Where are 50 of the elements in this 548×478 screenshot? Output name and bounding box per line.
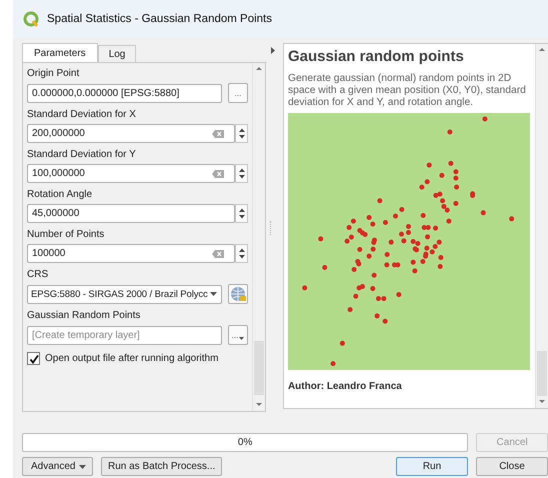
browse-button[interactable]: ... <box>228 325 248 345</box>
tab[interactable]: Log <box>98 45 136 62</box>
scrollbar[interactable] <box>252 63 265 411</box>
crs-dropdown[interactable]: EPSG:5880 - SIRGAS 2000 / Brazil Polycc <box>27 284 222 304</box>
output-field[interactable]: [Create temporary layer] <box>27 326 222 344</box>
advanced-button[interactable]: Advanced <box>22 457 93 476</box>
button[interactable]: Close <box>476 457 548 476</box>
run-button[interactable]: Run <box>396 457 468 476</box>
clear-icon <box>212 128 224 138</box>
checkbox[interactable] <box>27 352 40 365</box>
up-down-arrows-icon <box>238 168 246 179</box>
globe-icon <box>230 286 246 302</box>
spin-buttons[interactable] <box>235 164 248 183</box>
splitter-handle[interactable] <box>270 221 273 235</box>
clear-icon <box>212 248 224 258</box>
spin-buttons[interactable] <box>235 124 248 143</box>
open-output-checkbox[interactable]: Open output file after running algorithm <box>27 352 248 365</box>
clear-icon <box>212 168 224 178</box>
input-field[interactable]: 0.000000,0.000000 [EPSG:5880] <box>27 84 222 102</box>
up-down-arrows-icon <box>238 208 246 219</box>
field-label: Origin Point <box>27 67 80 80</box>
app-logo-icon <box>23 11 39 27</box>
field-label: Standard Deviation for Y <box>27 148 137 161</box>
check-icon <box>28 354 38 364</box>
caret-icon <box>239 337 244 340</box>
field-label: CRS <box>27 268 50 281</box>
caret-icon <box>210 292 217 296</box>
author-text: Author: Leandro Franca <box>288 381 403 392</box>
window-title: Spatial Statistics - Gaussian Random Points <box>47 13 272 25</box>
help-description: Generate gaussian (normal) random points in 2D space with a given mean position (X0, Y0), standard deviation for X and Y, and rotation angle. <box>288 73 527 110</box>
browse-button[interactable]: ... <box>228 83 248 103</box>
spin-field[interactable]: 100,000000 <box>27 164 235 183</box>
field-label: Rotation Angle <box>27 188 94 201</box>
spin-buttons[interactable] <box>235 244 248 263</box>
up-down-arrows-icon <box>238 248 246 259</box>
help-title: Gaussian random points <box>288 48 465 67</box>
spin-field[interactable]: 45,000000 <box>27 204 235 223</box>
up-down-arrows-icon <box>238 128 246 139</box>
field-label: Number of Points <box>27 228 106 241</box>
field-label: Standard Deviation for X <box>27 108 137 121</box>
scrollbar[interactable] <box>535 44 548 408</box>
caret-icon <box>79 464 86 468</box>
spin-field[interactable]: 200,000000 <box>27 124 235 143</box>
progress-text: 0% <box>238 437 252 448</box>
button[interactable]: Run as Batch Process... <box>101 457 222 476</box>
tab[interactable]: Parameters <box>22 43 98 62</box>
field-label: Gaussian Random Points <box>27 309 142 322</box>
collapse-arrow-icon[interactable] <box>271 47 275 54</box>
spin-field[interactable]: 100000 <box>27 244 235 263</box>
spin-buttons[interactable] <box>235 204 248 223</box>
